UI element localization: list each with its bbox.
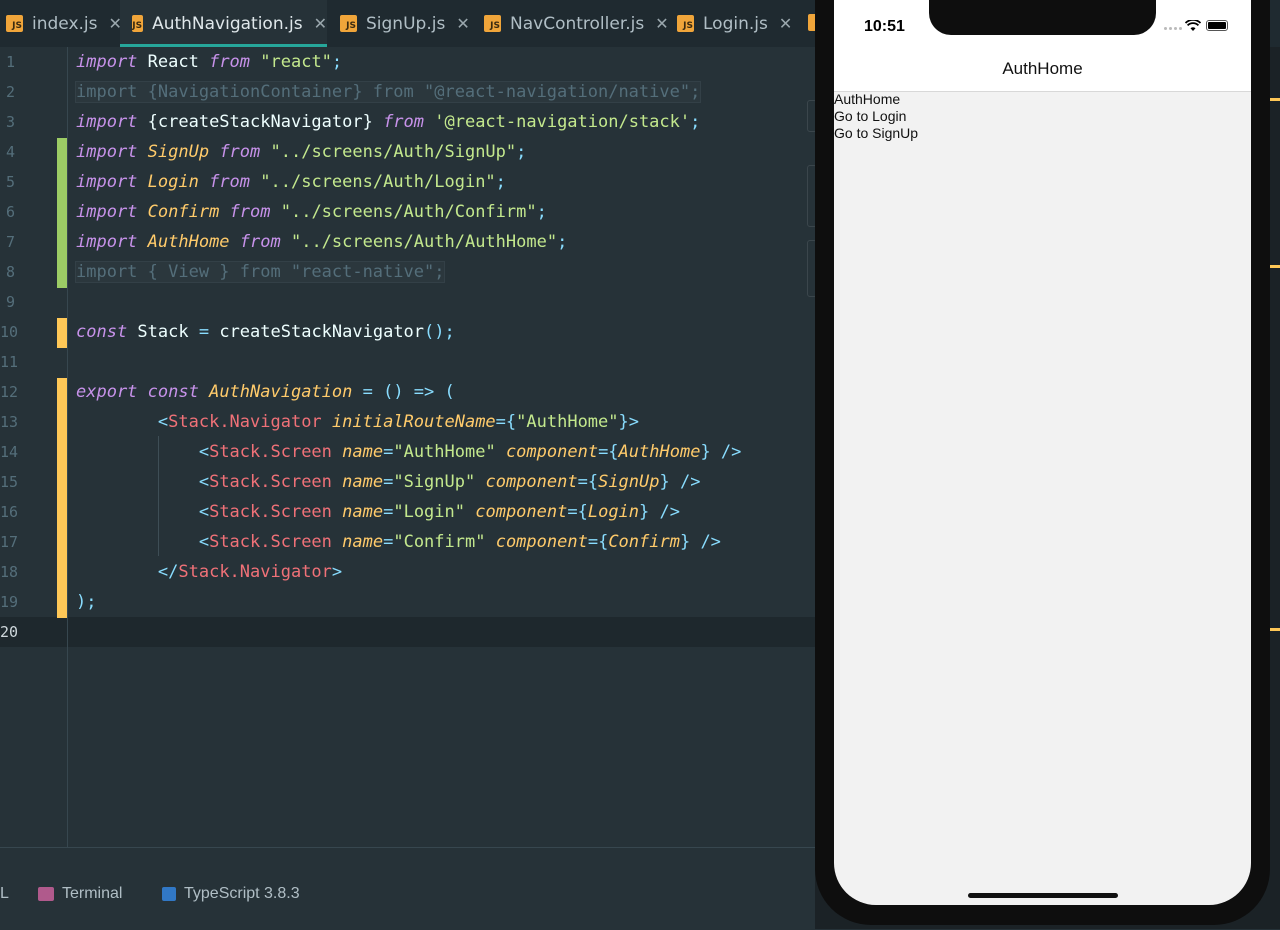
tab-navcontroller-js[interactable]: JS NavController.js ✕ (484, 0, 669, 47)
scroll-marker (1270, 98, 1280, 101)
close-icon[interactable]: ✕ (779, 14, 792, 33)
code-line-13: <Stack.Navigator initialRouteName={"Auth… (157, 412, 639, 432)
terminal-label: Terminal (62, 885, 123, 902)
navigation-header: 10:51 AuthHome (834, 0, 1251, 92)
added-lines-marker (57, 138, 67, 288)
tab-label: AuthNavigation.js (152, 13, 303, 34)
phone-notch (929, 0, 1156, 35)
line-number: 5 (6, 173, 16, 191)
code-line-19: ); (76, 592, 97, 612)
code-line-8: import { View } from "react-native"; (74, 261, 446, 283)
line-number: 3 (6, 113, 16, 131)
js-file-icon: JS (6, 15, 23, 32)
line-number: 8 (6, 263, 16, 281)
code-line-7: import AuthHome from "../screens/Auth/Au… (76, 232, 568, 252)
close-icon[interactable]: ✕ (655, 14, 668, 33)
screen-title: AuthHome (1002, 59, 1083, 78)
terminal-icon (38, 887, 54, 901)
line-number: 15 (0, 473, 19, 491)
status-time: 10:51 (864, 18, 905, 35)
tab-index-js[interactable]: JS index.js ✕ (0, 0, 124, 47)
line-number: 11 (0, 353, 19, 371)
gutter-divider (67, 47, 68, 847)
line-number: 12 (0, 383, 19, 401)
go-to-signup-button[interactable]: Go to SignUp (834, 125, 918, 142)
js-file-icon: JS (484, 15, 501, 32)
tab-label: Login.js (703, 13, 768, 34)
tab-label: index.js (32, 13, 98, 34)
simulator-screen[interactable]: 10:51 AuthHome AuthHome Go to Login Go t… (834, 0, 1251, 905)
tool-window-tab[interactable]: L (0, 885, 9, 903)
modified-lines-marker (57, 378, 67, 618)
line-number: 2 (6, 83, 16, 101)
scroll-marker (1270, 265, 1280, 268)
line-number: 10 (0, 323, 19, 341)
code-line-6: import Confirm from "../screens/Auth/Con… (76, 202, 547, 222)
line-number: 4 (6, 143, 16, 161)
tab-authnavigation-js[interactable]: JS AuthNavigation.js ✕ (120, 0, 327, 47)
home-indicator (968, 893, 1118, 898)
scroll-marker (1270, 628, 1280, 631)
line-number: 6 (6, 203, 16, 221)
close-icon[interactable]: ✕ (314, 14, 327, 33)
terminal-tab[interactable]: Terminal (38, 885, 122, 903)
wifi-icon (1185, 20, 1201, 31)
code-line-15: <Stack.Screen name="SignUp" component={S… (198, 472, 701, 492)
line-number: 13 (0, 413, 19, 431)
line-number: 7 (6, 233, 16, 251)
typescript-label: TypeScript 3.8.3 (184, 885, 300, 902)
typescript-icon (162, 887, 176, 901)
code-line-10: const Stack = createStackNavigator(); (76, 322, 455, 342)
js-file-icon: JS (677, 15, 694, 32)
code-line-2: import {NavigationContainer} from "@reac… (74, 81, 702, 103)
line-number: 9 (6, 293, 16, 311)
line-number: 18 (0, 563, 19, 581)
line-number: 1 (6, 53, 16, 71)
modified-line-marker (57, 318, 67, 348)
tab-label: SignUp.js (366, 13, 446, 34)
battery-icon (1206, 20, 1228, 31)
js-file-icon: JS (340, 15, 357, 32)
go-to-login-button[interactable]: Go to Login (834, 108, 906, 125)
close-icon[interactable]: ✕ (456, 14, 469, 33)
js-file-icon: JS (132, 15, 144, 32)
screen-text-authhome: AuthHome (834, 91, 901, 107)
line-number: 16 (0, 503, 19, 521)
line-number: 19 (0, 593, 19, 611)
code-line-4: import SignUp from "../screens/Auth/Sign… (76, 142, 527, 162)
line-number: 20 (0, 623, 19, 641)
code-line-17: <Stack.Screen name="Confirm" component={… (198, 532, 721, 552)
line-number: 17 (0, 533, 19, 551)
current-line-highlight (0, 617, 815, 647)
typescript-tab[interactable]: TypeScript 3.8.3 (162, 885, 300, 903)
tab-login-js[interactable]: JS Login.js ✕ (677, 0, 792, 47)
code-line-5: import Login from "../screens/Auth/Login… (76, 172, 506, 192)
signal-icon (1164, 27, 1182, 30)
tab-label: NavController.js (510, 13, 645, 34)
code-line-3: import {createStackNavigator} from '@rea… (76, 112, 701, 132)
code-line-16: <Stack.Screen name="Login" component={Lo… (198, 502, 680, 522)
tab-signup-js[interactable]: JS SignUp.js ✕ (340, 0, 470, 47)
code-line-12: export const AuthNavigation = () => ( (76, 382, 455, 402)
code-line-1: import React from "react"; (76, 52, 343, 72)
line-number: 14 (0, 443, 19, 461)
code-line-14: <Stack.Screen name="AuthHome" component=… (198, 442, 742, 462)
code-line-18: </Stack.Navigator> (157, 562, 343, 582)
